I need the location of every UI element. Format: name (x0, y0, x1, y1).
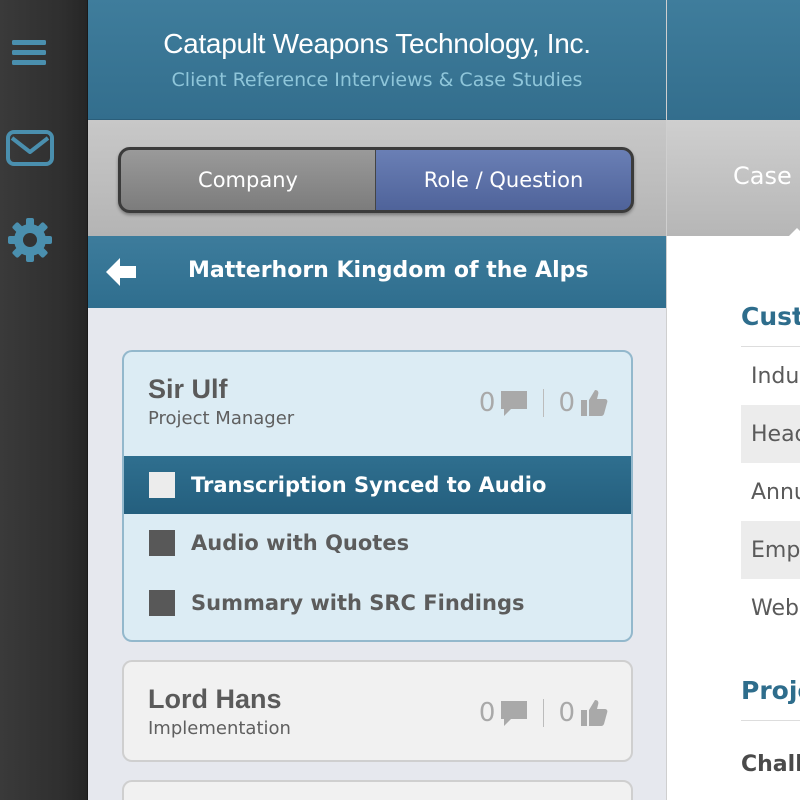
case-panel: Case Cust Indus Head Annu Emp Web Proje … (666, 0, 800, 800)
detail-row: Emp (741, 521, 800, 579)
left-rail (0, 0, 88, 800)
divider (741, 720, 800, 721)
section-label: Chall (741, 752, 800, 777)
main-panel: Catapult Weapons Technology, Inc. Client… (88, 0, 666, 800)
option-label: Transcription Synced to Audio (191, 473, 547, 497)
checkbox[interactable] (149, 472, 175, 498)
comment-icon[interactable] (499, 389, 529, 417)
divider (543, 699, 545, 727)
detail-row: Web (751, 595, 799, 621)
feedback-counts: 0 0 (479, 698, 609, 728)
comment-icon[interactable] (499, 699, 529, 727)
section-heading: Cust (741, 302, 800, 331)
back-arrow-icon[interactable] (106, 258, 138, 286)
comment-count: 0 (478, 388, 496, 418)
interview-card[interactable]: Lord Hans Implementation 0 0 (122, 660, 633, 762)
segment-bar: Company Role / Question (88, 120, 666, 236)
person-name: Lord Hans (148, 684, 282, 714)
interview-card: Sir Ulf Project Manager 0 0 Transcriptio… (122, 350, 633, 642)
like-count: 0 (558, 698, 575, 728)
segment-company[interactable]: Company (121, 150, 376, 210)
detail-row: Head (741, 405, 800, 463)
app-title: Catapult Weapons Technology, Inc. (163, 28, 591, 59)
case-header (667, 0, 800, 120)
interview-card[interactable] (122, 780, 633, 800)
comment-count: 0 (478, 698, 496, 728)
divider (543, 389, 545, 417)
section-heading: Proje (741, 676, 800, 705)
like-count: 0 (558, 388, 575, 418)
pointer-notch (787, 228, 800, 238)
menu-icon[interactable] (6, 30, 54, 78)
segmented-control: Company Role / Question (118, 147, 634, 213)
feedback-counts: 0 0 (479, 388, 609, 418)
segment-role-question[interactable]: Role / Question (376, 150, 631, 210)
person-role: Project Manager (148, 408, 295, 429)
tab-case[interactable]: Case (733, 162, 792, 190)
case-tab-bar: Case (667, 120, 800, 236)
detail-row: Annu (751, 479, 800, 505)
app-subtitle: Client Reference Interviews & Case Studi… (171, 69, 583, 91)
option-audio-quotes[interactable]: Audio with Quotes (124, 514, 631, 572)
option-label: Audio with Quotes (191, 531, 410, 555)
thumbs-up-icon[interactable] (579, 388, 609, 418)
mail-icon[interactable] (6, 124, 54, 172)
person-name: Sir Ulf (148, 374, 228, 404)
detail-row: Indus (751, 363, 800, 389)
option-transcription[interactable]: Transcription Synced to Audio (124, 456, 631, 514)
breadcrumb-title: Matterhorn Kingdom of the Alps (188, 258, 589, 283)
breadcrumb-bar: Matterhorn Kingdom of the Alps (88, 236, 666, 308)
app-header: Catapult Weapons Technology, Inc. Client… (88, 0, 666, 120)
checkbox[interactable] (149, 530, 175, 556)
interview-header[interactable]: Lord Hans Implementation 0 0 (124, 662, 631, 760)
checkbox[interactable] (149, 590, 175, 616)
person-role: Implementation (148, 718, 291, 739)
option-label: Summary with SRC Findings (191, 591, 525, 615)
option-summary[interactable]: Summary with SRC Findings (124, 574, 631, 632)
interview-header[interactable]: Sir Ulf Project Manager 0 0 (124, 352, 631, 456)
detail-rows: Indus Head Annu Emp Web (741, 346, 800, 637)
thumbs-up-icon[interactable] (579, 698, 609, 728)
gear-icon[interactable] (6, 216, 54, 264)
